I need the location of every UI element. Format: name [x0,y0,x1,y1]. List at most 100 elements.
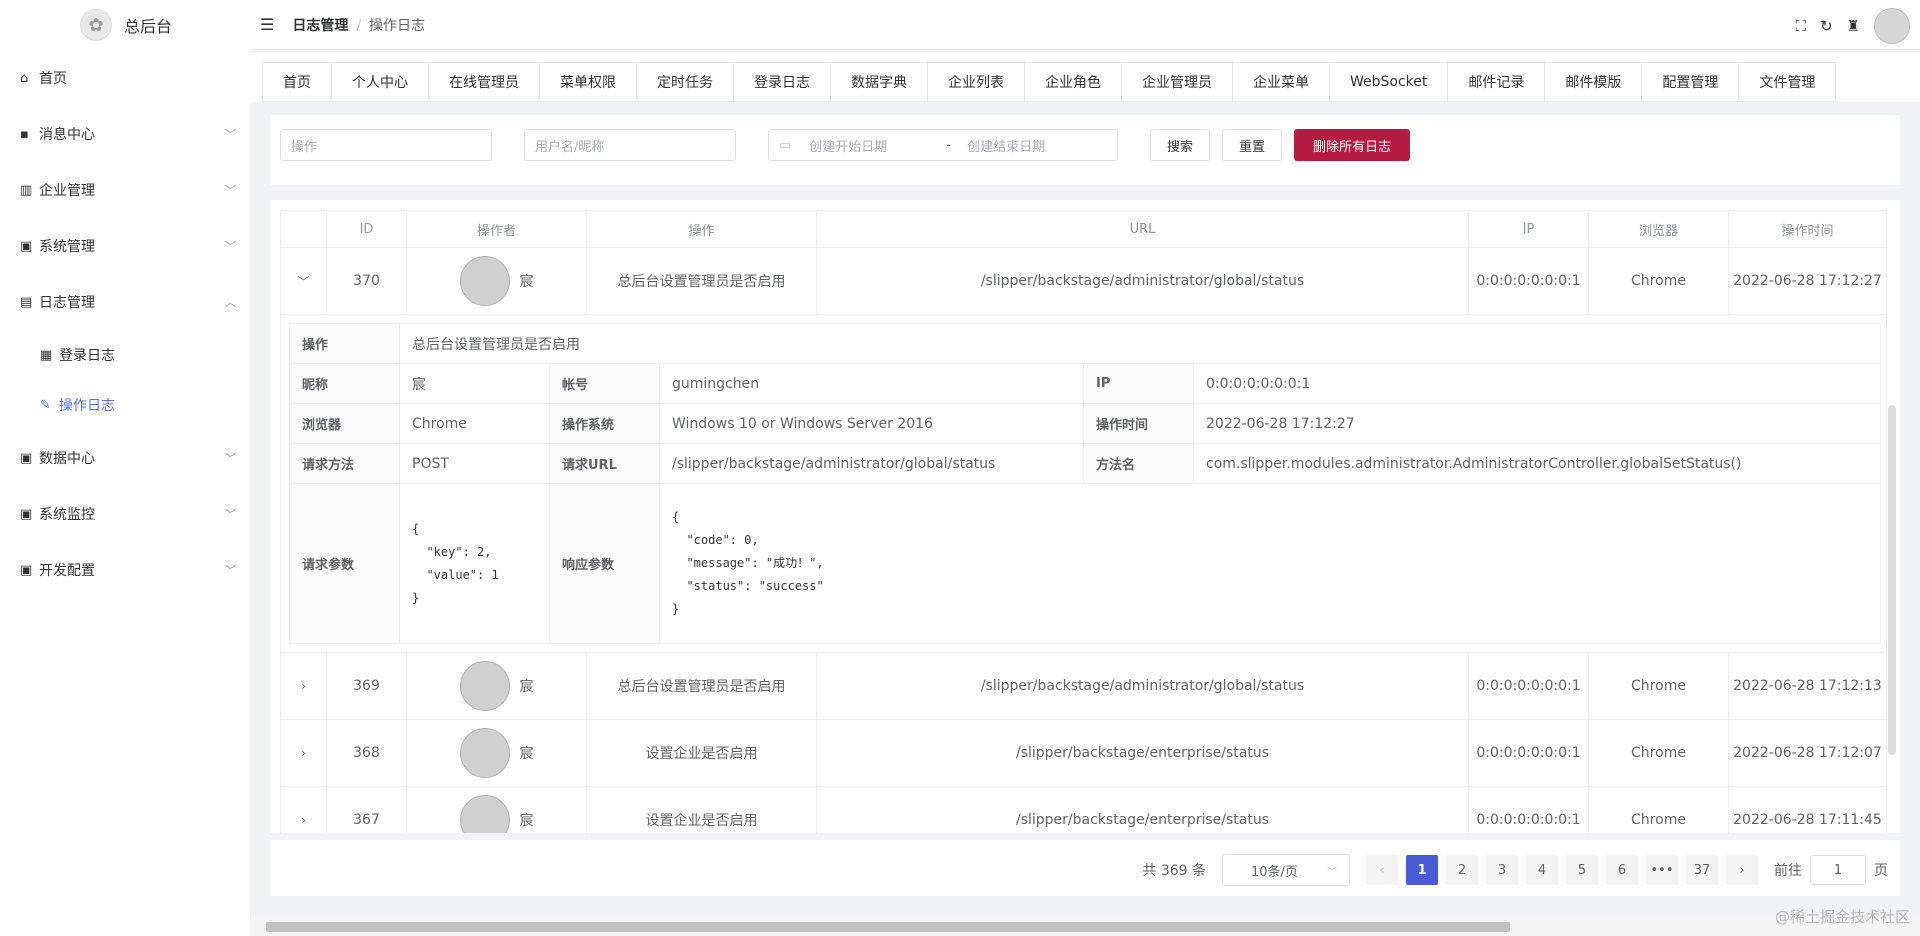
chevron-right-icon[interactable]: › [301,746,306,760]
cell-user: 宸 [519,679,534,695]
user-input[interactable]: 用户名/昵称 [524,129,736,161]
sidebar-item-logs[interactable]: ▤ 日志管理 ︿ [0,274,250,330]
horizontal-scrollbar[interactable] [250,918,1920,936]
tab-item[interactable]: 菜单权限 [540,63,637,101]
more-pages-button[interactable]: ••• [1646,855,1678,885]
page-button[interactable]: 2 [1446,855,1478,885]
tab-item[interactable]: 企业列表 [928,63,1025,101]
message-icon: ▪ [20,126,29,142]
sidebar-menu: ⌂ 首页 ▪ 消息中心 ﹀ ▥ 企业管理 ﹀ ▣ 系统管理 ﹀ ▤ 日志管理 ︿… [0,50,250,598]
sidebar-item-label: 操作日志 [59,398,115,414]
broom-icon[interactable]: ♜ [1847,17,1860,35]
page-button[interactable]: 4 [1526,855,1558,885]
sidebar-item-operation-log[interactable]: ✎ 操作日志 [0,380,250,430]
prev-page-button[interactable]: ‹ [1366,855,1398,885]
table-header: ID 操作者 操作 URL IP 浏览器 操作时间 [280,210,1887,248]
table-row[interactable]: › 368 宸 设置企业是否启用 /slipper/backstage/ente… [280,719,1887,787]
cell-browser: Chrome [1588,719,1729,787]
table-row[interactable]: › 369 宸 总后台设置管理员是否启用 /slipper/backstage/… [280,652,1887,720]
sidebar-item-login-log[interactable]: ▦ 登录日志 [0,330,250,380]
cell-id: 369 [326,652,407,720]
log-icon: ▦ [40,347,53,363]
delete-all-logs-button[interactable]: 删除所有日志 [1294,129,1410,161]
vertical-scrollbar[interactable] [1888,405,1896,755]
page-size-select[interactable]: 10条/页 ﹀ [1222,854,1350,886]
reset-button[interactable]: 重置 [1222,129,1282,161]
page-button[interactable]: 1 [1406,855,1438,885]
page-button[interactable]: 37 [1686,855,1718,885]
page-button[interactable]: 3 [1486,855,1518,885]
tab-item[interactable]: 在线管理员 [429,63,540,101]
refresh-icon[interactable]: ↻ [1820,17,1833,35]
cell-time: 2022-06-28 17:12:07 [1728,719,1887,787]
operation-input[interactable]: 操作 [280,129,492,161]
tab-item[interactable]: 邮件模版 [1545,63,1643,101]
tab-item[interactable]: 文件管理 [1739,63,1835,101]
chart-icon: ▥ [20,182,33,198]
table-row[interactable]: › 367 宸 设置企业是否启用 /slipper/backstage/ente… [280,786,1887,833]
sidebar-item-label: 消息中心 [39,127,95,143]
detail-label: 昵称 [289,363,400,404]
tab-item[interactable]: WebSocket [1330,63,1449,101]
tab-item[interactable]: 首页 [263,63,332,101]
sidebar-item-dev-config[interactable]: ▣ 开发配置 ﹀ [0,542,250,598]
page-button[interactable]: 6 [1606,855,1638,885]
cell-time: 2022-06-28 17:11:45 [1728,786,1887,833]
sidebar-item-monitor[interactable]: ▣ 系统监控 ﹀ [0,486,250,542]
sidebar-item-label: 登录日志 [59,348,115,364]
config-icon: ▣ [20,562,33,578]
tab-item[interactable]: 企业管理员 [1122,63,1233,101]
tab-item[interactable]: 企业角色 [1025,63,1122,101]
detail-label: 响应参数 [549,483,660,644]
fullscreen-icon[interactable]: ⛶ [1795,17,1806,35]
jump-label: 前往 [1774,863,1802,879]
sidebar-item-messages[interactable]: ▪ 消息中心 ﹀ [0,106,250,162]
cell-url: /slipper/backstage/administrator/global/… [816,247,1469,315]
detail-value: Chrome [399,403,550,444]
breadcrumb-item: 操作日志 [369,17,426,34]
chevron-right-icon[interactable]: › [301,813,306,827]
monitor-icon: ▣ [20,506,33,522]
tab-item[interactable]: 配置管理 [1642,63,1740,101]
sidebar-item-enterprise[interactable]: ▥ 企业管理 ﹀ [0,162,250,218]
edit-icon: ✎ [40,397,51,413]
header-actions: ⛶ ↻ ♜ [1795,8,1910,44]
column-header-expand [280,210,327,248]
tab-item[interactable]: 定时任务 [637,63,734,101]
logo[interactable]: ✿ 总后台 [0,0,250,50]
detail-label: 帐号 [549,363,660,404]
chevron-down-icon: ﹀ [225,564,236,577]
tab-item[interactable]: 个人中心 [332,63,429,101]
start-date-field[interactable]: 创建开始日期 [809,136,929,155]
tab-item[interactable]: 邮件记录 [1448,63,1546,101]
chevron-right-icon[interactable]: › [301,679,306,693]
tab-item[interactable]: 登录日志 [734,63,831,101]
jump-page-input[interactable]: 1 [1810,855,1866,885]
detail-label: 浏览器 [289,403,400,444]
horizontal-scrollbar-thumb[interactable] [266,922,1510,932]
sidebar-item-home[interactable]: ⌂ 首页 [0,50,250,106]
user-avatar[interactable] [1874,8,1910,44]
page-button[interactable]: 5 [1566,855,1598,885]
column-header-browser: 浏览器 [1588,210,1729,248]
breadcrumb-item[interactable]: 日志管理 [292,18,348,34]
cell-id: 368 [326,719,407,787]
search-button[interactable]: 搜索 [1150,129,1210,161]
chevron-down-icon[interactable]: ﹀ [297,275,309,289]
table-row[interactable]: ﹀ 370 宸 总后台设置管理员是否启用 /slipper/backstage/… [280,247,1887,315]
date-range-picker[interactable]: ▭ 创建开始日期 - 创建结束日期 [768,129,1118,161]
calendar-icon: ▭ [779,137,792,153]
menu-toggle-icon[interactable]: ☰ [260,15,274,34]
tab-item[interactable]: 数据字典 [831,63,928,101]
tab-item[interactable]: 企业菜单 [1233,63,1330,101]
sidebar-item-system[interactable]: ▣ 系统管理 ﹀ [0,218,250,274]
column-header-url: URL [816,210,1469,248]
cell-operation: 总后台设置管理员是否启用 [586,247,817,315]
pagination: 共 369 条 10条/页 ﹀ ‹ 1 2 3 4 5 6 ••• 37 › 前… [1142,854,1888,886]
end-date-field[interactable]: 创建结束日期 [967,136,1045,155]
sidebar: ✿ 总后台 ⌂ 首页 ▪ 消息中心 ﹀ ▥ 企业管理 ﹀ ▣ 系统管理 ﹀ ▤ … [0,0,250,936]
next-page-button[interactable]: › [1726,855,1758,885]
sidebar-item-data[interactable]: ▣ 数据中心 ﹀ [0,430,250,486]
cell-ip: 0:0:0:0:0:0:0:1 [1468,247,1589,315]
chevron-up-icon: ︿ [225,296,236,309]
